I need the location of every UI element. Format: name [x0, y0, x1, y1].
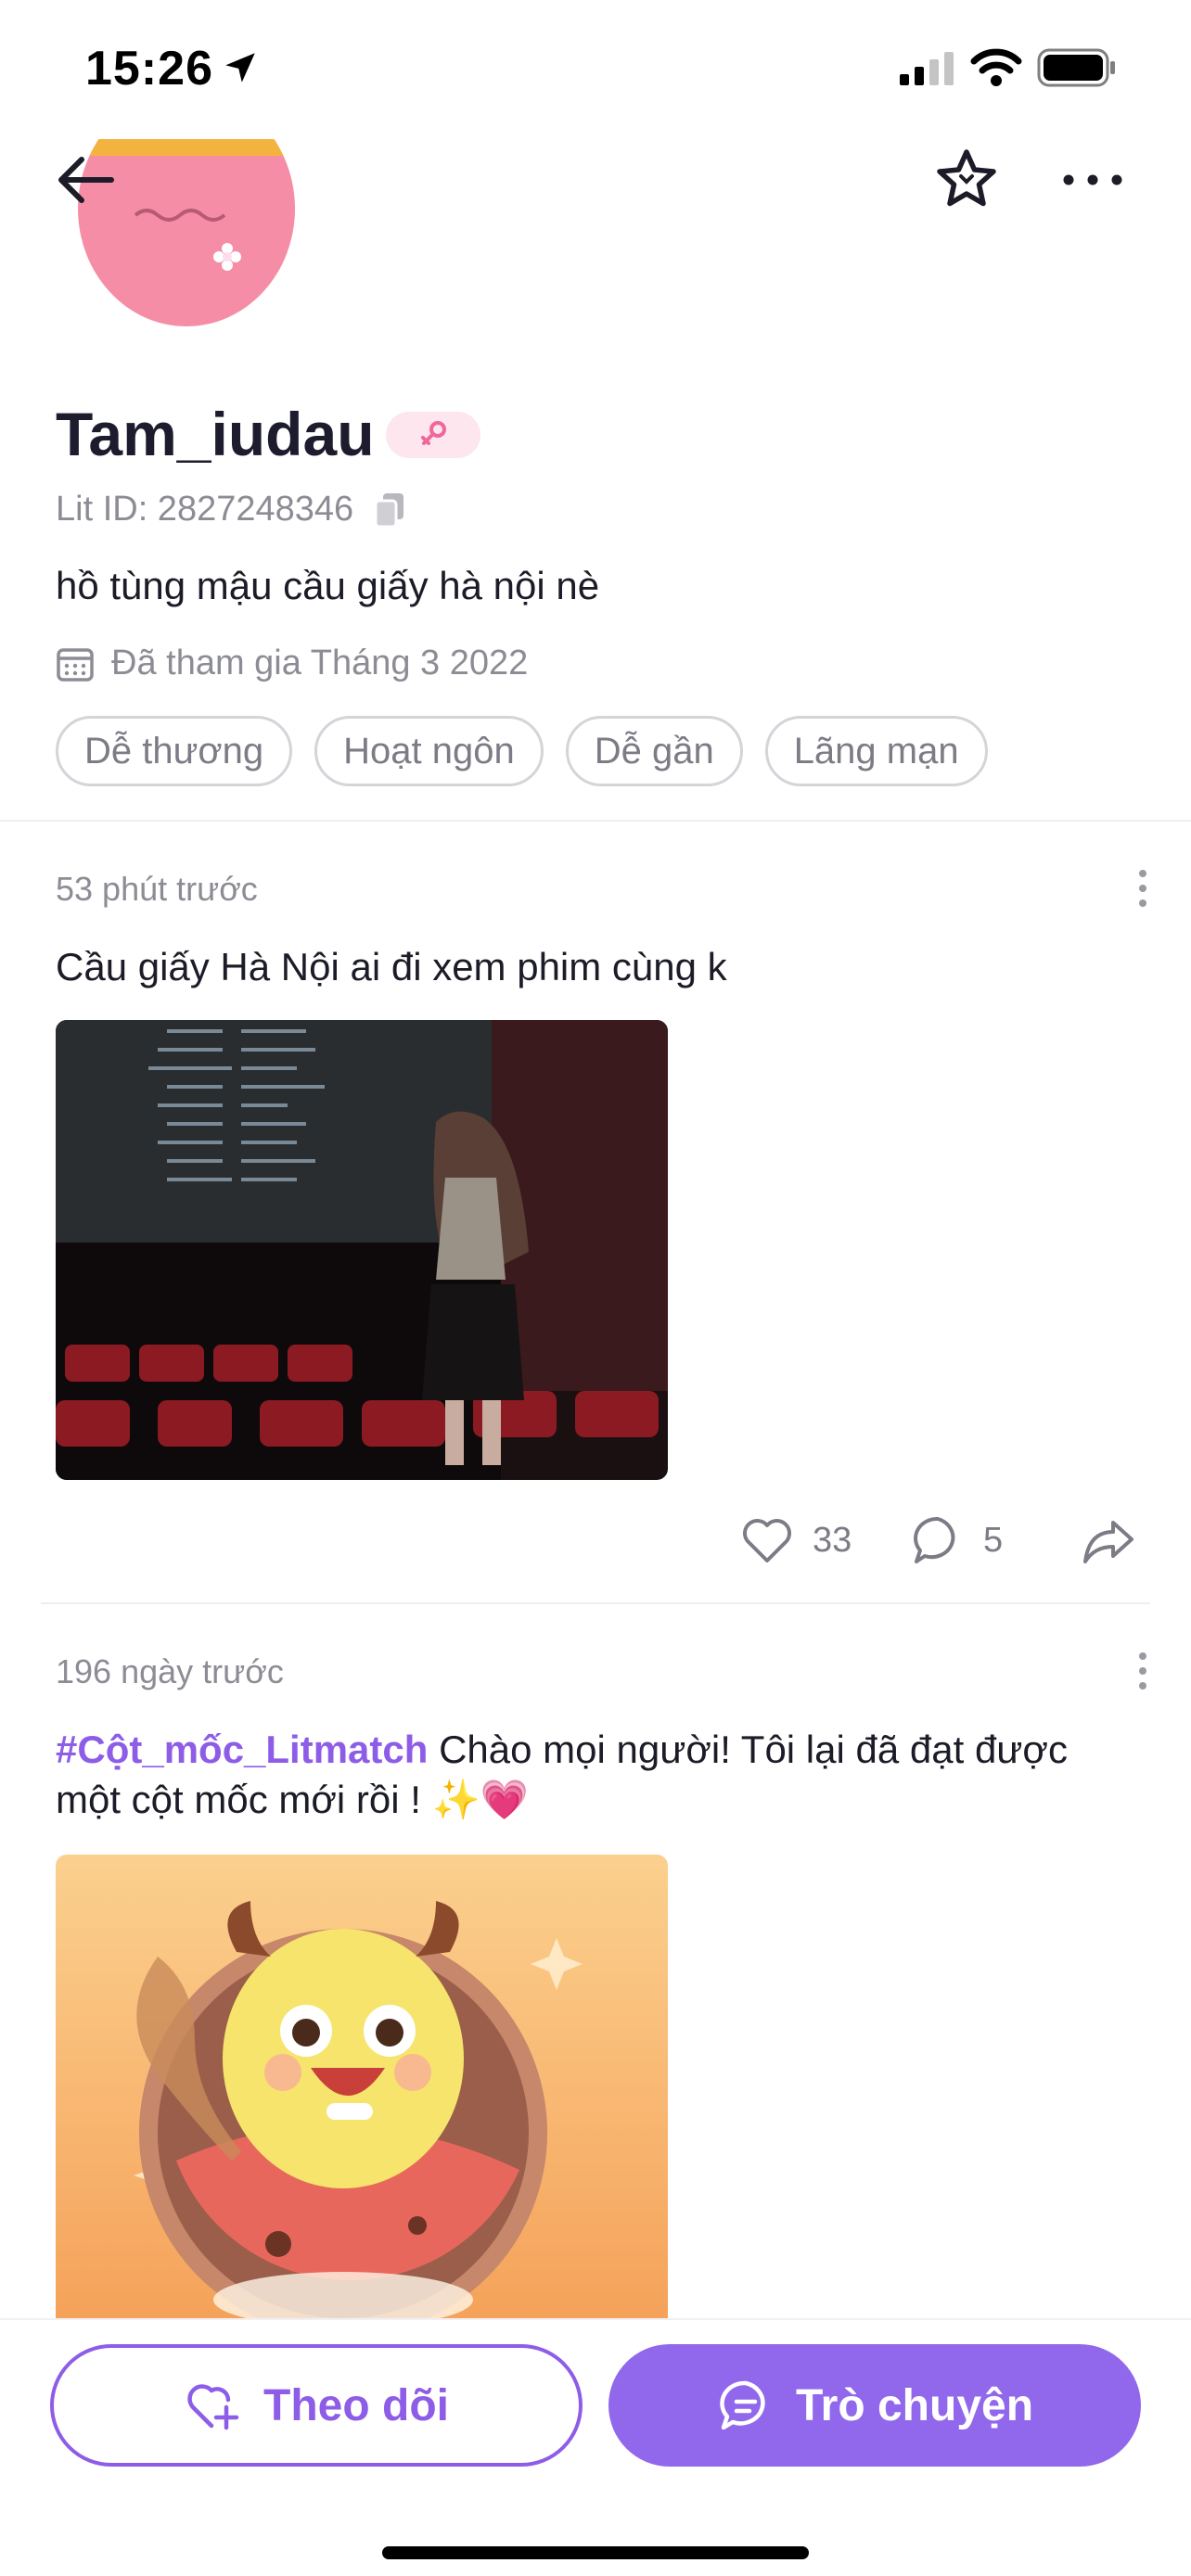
share-icon[interactable]: [1080, 1511, 1137, 1569]
personality-tags: Dễ thương Hoạt ngôn Dễ gần Lãng mạn: [56, 716, 988, 786]
share-action[interactable]: [1080, 1511, 1137, 1569]
more-horizontal-icon[interactable]: [1059, 152, 1126, 208]
post-text: #Cột_mốc_Litmatch Chào mọi người! Tôi lạ…: [56, 1725, 1122, 1825]
follow-label: Theo dõi: [263, 2380, 449, 2430]
heart-plus-icon: [187, 2384, 239, 2430]
comment-icon[interactable]: [909, 1511, 967, 1569]
divider: [41, 1602, 1150, 1604]
like-count: 33: [813, 1520, 852, 1560]
post-time: 53 phút trước: [56, 870, 258, 908]
tag[interactable]: Lãng mạn: [764, 716, 988, 786]
back-arrow-icon[interactable]: [54, 147, 121, 213]
copy-icon[interactable]: [372, 491, 407, 529]
avatar-flower-icon: [213, 243, 241, 271]
bio: hồ tùng mậu cầu giấy hà nội nè: [56, 564, 600, 607]
gender-badge: [386, 412, 480, 458]
lit-id: Lit ID: 2827248346: [56, 490, 354, 529]
bottom-action-bar: Theo dõi Trò chuyện: [0, 2318, 1191, 2576]
like-action[interactable]: 33: [738, 1511, 852, 1569]
wifi-icon: [970, 48, 1022, 86]
hashtag-link[interactable]: #Cột_mốc_Litmatch: [56, 1728, 428, 1771]
comment-count: 5: [983, 1520, 1004, 1560]
post-text: Cầu giấy Hà Nội ai đi xem phim cùng k: [56, 945, 727, 988]
post-time: 196 ngày trước: [56, 1652, 284, 1690]
divider: [0, 820, 1191, 822]
star-icon[interactable]: [931, 145, 1002, 215]
battery-icon: [1037, 48, 1115, 87]
chat-bubble-icon: [720, 2380, 765, 2430]
post-image-milestone[interactable]: [56, 1855, 668, 2318]
female-icon: [421, 421, 446, 445]
cinema-photo: [56, 1020, 668, 1480]
chat-label: Trò chuyện: [795, 2380, 1034, 2430]
joined-row: Đã tham gia Tháng 3 2022: [56, 644, 528, 683]
milestone-illustration: [56, 1855, 668, 2318]
heart-icon[interactable]: [738, 1511, 796, 1569]
avatar-mouth-icon: [134, 209, 226, 222]
follow-button[interactable]: Theo dõi: [50, 2344, 583, 2467]
calendar-icon: [57, 647, 94, 682]
post-menu-icon[interactable]: [1126, 861, 1159, 916]
status-time: 15:26: [85, 42, 213, 96]
location-arrow-icon: [225, 53, 255, 83]
username: Tam_iudau: [56, 400, 375, 468]
profile-screen: 15:26 Tam_iudau Lit ID: 2827248346 hồ tù…: [0, 0, 1191, 2576]
tag[interactable]: Hoạt ngôn: [314, 716, 544, 786]
joined-date: Đã tham gia Tháng 3 2022: [111, 644, 529, 682]
cellular-signal-icon: [900, 52, 954, 85]
chat-button[interactable]: Trò chuyện: [608, 2344, 1141, 2467]
post-image-cinema[interactable]: [56, 1020, 668, 1480]
status-bar: 15:26: [0, 0, 1191, 139]
lit-id-row: Lit ID: 2827248346: [56, 490, 407, 529]
post-menu-icon[interactable]: [1126, 1643, 1159, 1699]
comment-action[interactable]: 5: [909, 1511, 1003, 1569]
home-indicator[interactable]: [382, 2546, 809, 2559]
tag[interactable]: Dễ gần: [565, 716, 743, 786]
tag[interactable]: Dễ thương: [56, 716, 293, 786]
